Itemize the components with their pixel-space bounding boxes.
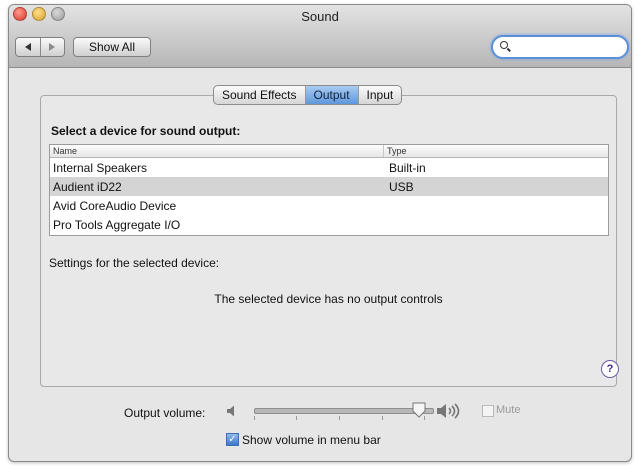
arrow-left-icon — [24, 43, 31, 51]
slider-knob[interactable] — [412, 402, 426, 418]
settings-label: Settings for the selected device: — [49, 256, 220, 270]
slider-tick — [382, 416, 383, 420]
slider-tick — [254, 416, 255, 420]
show-volume-label: Show volume in menu bar — [242, 433, 381, 447]
no-controls-message: The selected device has no output contro… — [214, 292, 443, 306]
device-table[interactable]: Name Type Internal Speakers Built-in Aud… — [49, 144, 609, 236]
back-forward-buttons — [15, 37, 65, 57]
device-name: Avid CoreAudio Device — [53, 198, 177, 213]
device-type: USB — [389, 179, 414, 194]
toolbar: Sound Show All — [9, 5, 631, 68]
help-icon[interactable]: ? — [601, 360, 619, 378]
device-name: Audient iD22 — [53, 179, 122, 194]
arrow-right-icon — [49, 43, 56, 51]
search-input[interactable] — [513, 38, 621, 56]
speaker-low-icon — [227, 405, 234, 417]
table-row[interactable]: Internal Speakers Built-in — [50, 158, 608, 177]
column-header-type[interactable]: Type — [384, 145, 407, 157]
column-header-name[interactable]: Name — [50, 145, 384, 157]
show-all-button[interactable]: Show All — [73, 37, 151, 57]
sound-preferences-window: Sound Show All Sound Effects Output Inpu… — [8, 4, 632, 462]
search-icon — [500, 41, 508, 49]
tab-input[interactable]: Input — [357, 86, 402, 104]
device-type: Built-in — [389, 160, 426, 175]
slider-tick — [296, 416, 297, 420]
back-button[interactable] — [16, 38, 40, 56]
device-name: Internal Speakers — [53, 160, 148, 175]
table-header: Name Type — [50, 145, 608, 158]
table-row[interactable]: Avid CoreAudio Device — [50, 196, 608, 215]
device-name: Pro Tools Aggregate I/O — [53, 217, 181, 232]
forward-button[interactable] — [39, 38, 65, 56]
output-panel: Select a device for sound output: Name T… — [40, 95, 619, 387]
select-device-label: Select a device for sound output: — [51, 124, 241, 138]
tab-sound-effects[interactable]: Sound Effects — [214, 86, 304, 104]
tab-output[interactable]: Output — [304, 86, 358, 104]
search-field[interactable] — [491, 35, 629, 59]
window-title: Sound — [301, 9, 339, 24]
slider-track — [254, 408, 434, 414]
speaker-high-icon — [437, 403, 460, 419]
output-volume-slider[interactable] — [254, 398, 434, 422]
tab-bar: Sound Effects Output Input — [213, 85, 403, 105]
output-volume-label: Output volume: — [124, 406, 206, 420]
table-row[interactable]: Pro Tools Aggregate I/O — [50, 215, 608, 234]
show-volume-checkbox[interactable]: ✓ — [226, 433, 239, 446]
slider-tick — [339, 416, 340, 420]
table-row-selected[interactable]: Audient iD22 USB — [50, 177, 608, 196]
mute-checkbox[interactable] — [482, 405, 494, 417]
mute-label: Mute — [496, 404, 521, 416]
